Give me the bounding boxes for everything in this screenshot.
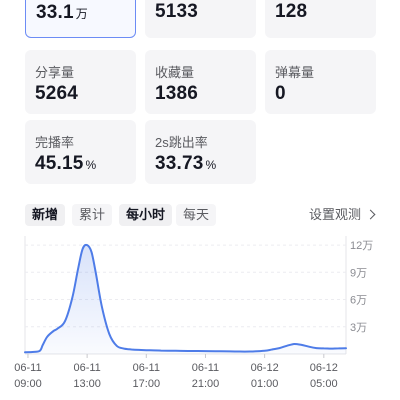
tab-hourly[interactable]: 每小时	[119, 204, 173, 226]
stat-card-completion-rate[interactable]: 完播率 45.15%	[25, 120, 136, 184]
y-tick-label: 3万	[350, 322, 367, 334]
stat-value: 45.15%	[35, 153, 97, 174]
stat-label: 弹幕量	[275, 65, 315, 80]
stat-card-comments[interactable]: 128	[265, 0, 376, 38]
stat-card-danmaku[interactable]: 弹幕量 0	[265, 50, 376, 114]
settings-observe-label: 设置观测	[308, 207, 361, 222]
stat-value: 33.1 万	[36, 2, 88, 23]
stat-card-likes[interactable]: 5133	[145, 0, 256, 38]
x-tick-label-date: 06-12	[310, 362, 338, 374]
stat-value: 5133	[155, 1, 199, 22]
x-tick-label-time: 17:00	[133, 378, 161, 390]
stat-label: 完播率	[35, 135, 75, 150]
x-tick-label-time: 09:00	[14, 378, 42, 390]
stat-card-plays[interactable]: 33.1 万	[25, 0, 136, 38]
trend-chart-svg: 12万 9万 6万 3万 06-11 09:00 06-11 13:00 06-11 17:00 0…	[14, 236, 373, 390]
stat-unit: %	[85, 158, 97, 172]
x-tick-label-time: 01:00	[251, 378, 279, 390]
x-tick-label-time: 05:00	[310, 378, 338, 390]
y-tick-label: 12万	[350, 240, 373, 252]
video-analytics-page: 33.1 万 5133 128 分享量 5264 收藏量 1386 弹幕量 0 完…	[0, 0, 400, 400]
x-tick-label-date: 06-11	[133, 362, 160, 374]
chevron-right-icon	[365, 209, 376, 220]
stat-label: 分享量	[35, 65, 75, 80]
stat-value: 1386	[155, 83, 199, 104]
x-tick-label-time: 13:00	[73, 378, 101, 390]
x-tick-label-time: 21:00	[192, 378, 220, 390]
trend-chart: 12万 9万 6万 3万 06-11 09:00 06-11 13:00 06-11 17:00 0…	[0, 232, 400, 400]
tab-new[interactable]: 新增	[25, 204, 66, 226]
x-tick-label-date: 06-11	[14, 362, 41, 374]
stat-value: 33.73%	[155, 153, 217, 174]
stat-unit: %	[205, 158, 217, 172]
stat-value: 128	[275, 1, 308, 22]
stat-card-bounce-rate[interactable]: 2s跳出率 33.73%	[145, 120, 256, 184]
stat-value: 0	[275, 83, 286, 104]
stat-card-favorites[interactable]: 收藏量 1386	[145, 50, 256, 114]
stat-unit: 万	[75, 7, 88, 21]
tab-cumulative[interactable]: 累计	[72, 204, 113, 226]
stat-value: 5264	[35, 83, 79, 104]
stat-label: 收藏量	[155, 65, 195, 80]
x-tick-label-date: 06-12	[251, 362, 279, 374]
y-tick-label: 6万	[350, 295, 367, 307]
x-tick-label-date: 06-11	[192, 362, 219, 374]
stat-label: 2s跳出率	[155, 135, 208, 150]
settings-observe-link[interactable]: 设置观测	[308, 206, 376, 224]
tab-daily[interactable]: 每天	[176, 204, 217, 226]
y-tick-label: 9万	[350, 267, 367, 279]
x-tick-label-date: 06-11	[73, 362, 100, 374]
stat-card-shares[interactable]: 分享量 5264	[25, 50, 136, 114]
